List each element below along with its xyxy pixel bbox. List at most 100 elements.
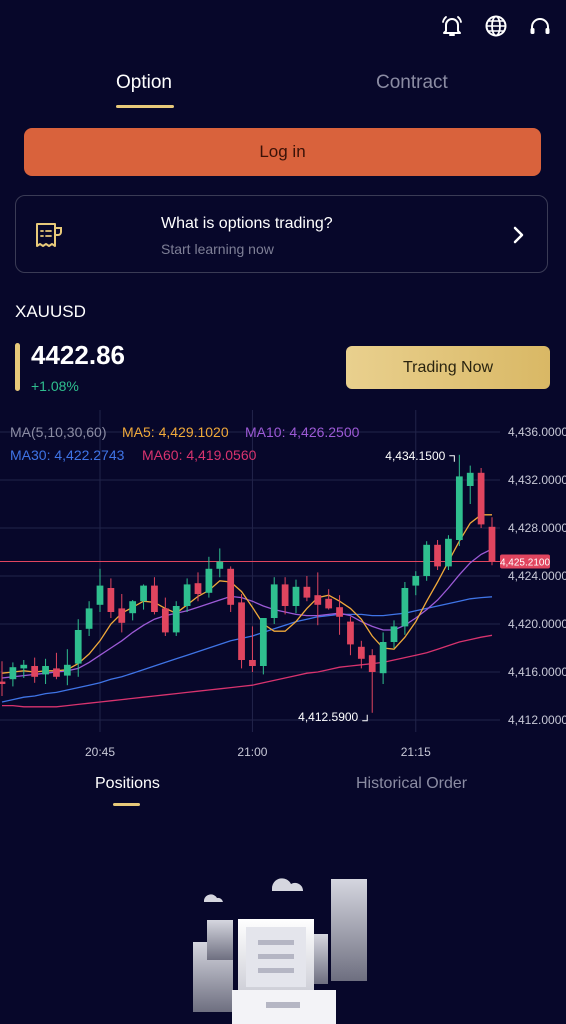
candle-body [20, 664, 28, 669]
candle [227, 566, 235, 612]
candle [63, 649, 71, 686]
low-price-label: 4,412.5900 [298, 710, 358, 724]
candle-body [390, 626, 398, 642]
candle-body [488, 526, 496, 562]
candle-body [118, 608, 126, 623]
ma60-legend: MA60: 4,419.0560 [142, 447, 257, 463]
candle-body [129, 601, 137, 614]
candle [466, 465, 474, 504]
candle [107, 578, 115, 618]
x-tick-label: 21:00 [237, 745, 267, 759]
candle [53, 652, 60, 680]
candle-body [336, 607, 343, 617]
candle-body [216, 561, 224, 569]
candle [477, 468, 485, 528]
candle [303, 576, 311, 602]
tab-contract[interactable]: Contract [376, 72, 448, 94]
candle-body [183, 584, 191, 606]
tab-option[interactable]: Option [116, 72, 172, 94]
top-icons [440, 14, 552, 38]
current-price-label: 4,425.2100 [500, 557, 550, 568]
candle-body [270, 584, 278, 618]
empty-state-illustration [193, 878, 367, 1024]
candle-body [466, 472, 474, 486]
candle [9, 662, 17, 687]
candle-body [401, 588, 409, 627]
candle [216, 548, 224, 578]
candle [140, 584, 147, 610]
candle-body [314, 595, 322, 605]
candle [270, 577, 278, 624]
candle [423, 541, 431, 581]
candle-body [238, 602, 245, 660]
candle [259, 618, 267, 675]
tab-positions-underline [113, 803, 140, 806]
options-learning-card[interactable]: What is options trading? Start learning … [15, 195, 548, 273]
x-tick-label: 21:15 [401, 745, 431, 759]
y-tick-label: 4,432.0000 [508, 473, 566, 487]
globe-icon[interactable] [484, 14, 508, 38]
login-button[interactable]: Log in [24, 128, 541, 176]
candle [368, 649, 376, 713]
candle-body [357, 646, 365, 659]
bell-icon[interactable] [440, 14, 464, 38]
candle [151, 577, 158, 615]
candle [336, 595, 343, 635]
candle-body [303, 586, 311, 598]
tab-positions[interactable]: Positions [95, 775, 160, 793]
candle-body [249, 660, 256, 666]
candle-body [455, 476, 463, 540]
y-tick-label: 4,412.0000 [508, 713, 566, 727]
candle-body [0, 681, 6, 684]
trading-now-button[interactable]: Trading Now [346, 346, 550, 389]
learn-title: What is options trading? [161, 215, 333, 232]
ma5-legend: MA5: 4,429.1020 [122, 424, 229, 440]
candle [347, 616, 354, 656]
receipt-icon [35, 222, 65, 255]
candle-body [325, 598, 333, 609]
candle [96, 568, 104, 612]
candle [194, 572, 202, 602]
candle [412, 571, 420, 596]
tab-historical-order[interactable]: Historical Order [356, 775, 467, 793]
candle [172, 601, 180, 636]
y-tick-label: 4,436.0000 [508, 425, 566, 439]
tab-option-underline [116, 105, 174, 108]
candle [488, 517, 496, 566]
ma30-legend: MA30: 4,422.2743 [10, 447, 125, 463]
candle-body [85, 608, 93, 629]
candle-body [31, 666, 39, 677]
candle-body [96, 585, 104, 605]
current-price: 4422.86 [31, 340, 125, 370]
y-tick-label: 4,420.0000 [508, 617, 566, 631]
candle-body [63, 664, 71, 676]
y-tick-label: 4,424.0000 [508, 569, 566, 583]
y-tick-label: 4,416.0000 [508, 665, 566, 679]
chevron-right-icon[interactable] [513, 226, 525, 249]
candle [118, 594, 126, 633]
candle-body [412, 576, 420, 586]
candle-body [368, 655, 376, 672]
candle-body [9, 667, 17, 680]
candle-body [227, 568, 235, 605]
candle-body [347, 621, 354, 645]
candle-body [194, 583, 202, 594]
candle-body [74, 630, 82, 664]
candle-body [281, 584, 289, 606]
candle [434, 540, 441, 570]
candle [281, 577, 289, 615]
x-tick-label: 20:45 [85, 745, 115, 759]
symbol-label: XAUUSD [15, 302, 86, 321]
candle-body [292, 586, 300, 606]
headset-icon[interactable] [528, 14, 552, 38]
candle [379, 632, 387, 684]
candle-body [151, 585, 158, 612]
price-change: +1.08% [31, 378, 79, 394]
ma10-legend: MA10: 4,426.2500 [245, 424, 360, 440]
candle [292, 579, 300, 614]
candle [390, 620, 398, 648]
candle [0, 661, 6, 696]
candle [42, 658, 49, 684]
candle-body [477, 472, 485, 525]
candle [85, 601, 93, 636]
